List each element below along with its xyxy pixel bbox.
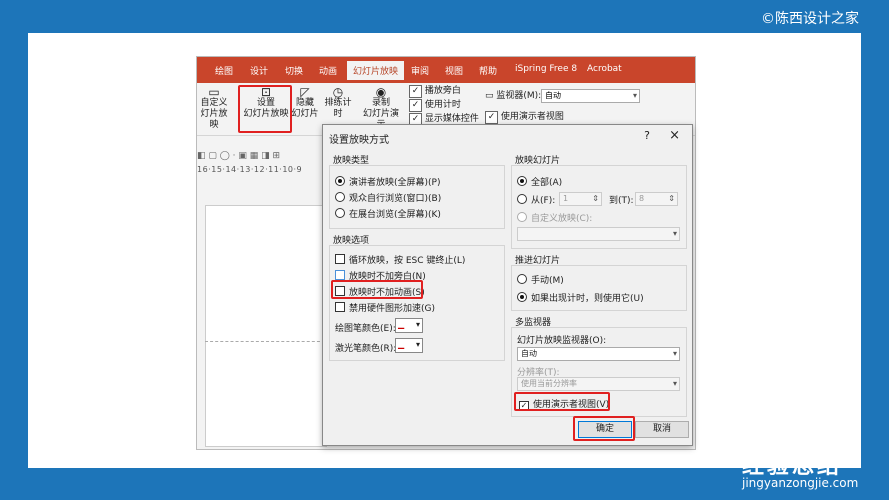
ribbon-check-narration[interactable]: ✓ 播放旁白 — [409, 85, 461, 98]
tab-slideshow[interactable]: 幻灯片放映 — [347, 61, 405, 80]
slideshow-monitor-label: 幻灯片放映监视器(O): — [517, 336, 607, 346]
drawing-toolbar: ◧ ▢ ◯ · ▣ ▦ ◨ ⊞ — [197, 151, 327, 165]
checkbox-loop[interactable] — [335, 254, 345, 264]
radio-manual[interactable] — [517, 274, 527, 284]
spinner-icon: ⇕ — [592, 194, 599, 203]
setup-show-dialog: 设置放映方式 ? × 放映类型 演讲者放映(全屏幕)(P) 观众自行浏览(窗口)… — [322, 124, 693, 446]
chevron-down-icon: ▾ — [415, 340, 420, 349]
radio-kiosk[interactable] — [335, 208, 345, 218]
option-manual-advance[interactable]: 手动(M) — [517, 273, 564, 286]
tab-acrobat[interactable]: Acrobat — [587, 64, 622, 74]
pen-color-icon: ▁ — [398, 320, 405, 329]
custom-show-select[interactable]: ▾ — [517, 227, 680, 241]
radio-use-timings[interactable] — [517, 292, 527, 302]
checkbox-no-narration[interactable] — [335, 270, 345, 280]
tab-design[interactable]: 设计 — [250, 64, 268, 77]
custom-show-button[interactable]: ▭ 自定义 灯片放映 — [199, 85, 229, 131]
watermark-top: ©陈西设计之家 — [761, 11, 859, 27]
ribbon-check-presenter[interactable]: ✓ 使用演示者视图 — [485, 111, 564, 124]
checkbox-disable-hw-accel[interactable] — [335, 302, 345, 312]
chevron-down-icon: ▾ — [632, 91, 637, 100]
tab-view[interactable]: 视图 — [445, 64, 463, 77]
spinner-icon: ⇕ — [668, 194, 675, 203]
slide-canvas[interactable] — [205, 205, 327, 447]
highlight-setup-button — [238, 85, 292, 133]
option-custom-show[interactable]: 自定义放映(C): — [517, 211, 592, 224]
ribbon-check-timings[interactable]: ✓ 使用计时 — [409, 99, 461, 112]
laser-color-button[interactable]: ▁ ▾ — [395, 338, 423, 353]
option-from-slide[interactable]: 从(F): — [517, 193, 555, 206]
tab-help[interactable]: 帮助 — [479, 64, 497, 77]
ribbon-monitor-select[interactable]: 自动 ▾ — [541, 89, 640, 103]
checkbox-narration[interactable]: ✓ — [409, 85, 422, 98]
tab-review[interactable]: 审阅 — [411, 64, 429, 77]
laser-color-icon: ▁ — [398, 340, 405, 349]
option-window-browse[interactable]: 观众自行浏览(窗口)(B) — [335, 191, 441, 204]
radio-presenter[interactable] — [335, 176, 345, 186]
radio-all[interactable] — [517, 176, 527, 186]
option-loop[interactable]: 循环放映，按 ESC 键终止(L) — [335, 253, 465, 266]
timer-icon: ◷ — [332, 85, 344, 99]
chevron-down-icon: ▾ — [672, 349, 677, 358]
ribbon-tabs: 绘图 设计 切换 动画 幻灯片放映 审阅 视图 帮助 iSpring Free … — [197, 57, 695, 83]
to-slide-input[interactable]: 8 ⇕ — [635, 192, 678, 206]
radio-from[interactable] — [517, 194, 527, 204]
hide-slide-button[interactable]: ◸ 隐藏 幻灯片 — [291, 85, 319, 120]
cancel-button[interactable]: 取消 — [635, 421, 689, 438]
tab-draw[interactable]: 绘图 — [215, 64, 233, 77]
dialog-title: 设置放映方式 — [329, 135, 389, 146]
chevron-down-icon: ▾ — [415, 320, 420, 329]
help-icon[interactable]: ? — [644, 129, 650, 142]
monitor-icon: ▭ — [208, 85, 220, 99]
option-use-timings[interactable]: 如果出现计时，则使用它(U) — [517, 291, 644, 304]
slideshow-monitor-select[interactable]: 自动 ▾ — [517, 347, 680, 361]
ribbon-monitor-label: ▭ 监视器(M): — [485, 91, 542, 101]
tab-transitions[interactable]: 切换 — [285, 64, 303, 77]
resolution-select[interactable]: 使用当前分辨率 ▾ — [517, 377, 680, 391]
from-slide-input[interactable]: 1 ⇕ — [559, 192, 602, 206]
option-kiosk[interactable]: 在展台浏览(全屏幕)(K) — [335, 207, 441, 220]
record-icon: ◉ — [375, 85, 387, 99]
tab-animations[interactable]: 动画 — [319, 64, 337, 77]
laser-color-label: 激光笔颜色(R): — [335, 344, 397, 354]
option-presenter-fullscreen[interactable]: 演讲者放映(全屏幕)(P) — [335, 175, 440, 188]
horizontal-ruler: 16·15·14·13·12·11·10·9 — [197, 165, 303, 174]
toolbar-icons: ◧ ▢ ◯ · ▣ ▦ ◨ ⊞ — [197, 151, 281, 161]
slide-guide-line — [205, 341, 325, 342]
advance-slides-group — [511, 265, 687, 311]
highlight-ok-button — [573, 416, 635, 441]
checkbox-timings[interactable]: ✓ — [409, 99, 422, 112]
chevron-down-icon: ▾ — [672, 229, 677, 238]
rehearse-timings-button[interactable]: ◷ 排练计时 — [321, 85, 355, 120]
to-slide-label: 到(T): — [609, 196, 634, 206]
pen-color-label: 绘图笔颜色(E): — [335, 324, 396, 334]
monitor-small-icon: ▭ — [485, 91, 497, 101]
option-all-slides[interactable]: 全部(A) — [517, 175, 562, 188]
pen-color-button[interactable]: ▁ ▾ — [395, 318, 423, 333]
highlight-presenter-view — [514, 392, 610, 411]
checkbox-presenter-view[interactable]: ✓ — [485, 111, 498, 124]
radio-window[interactable] — [335, 192, 345, 202]
hide-icon: ◸ — [300, 85, 310, 99]
option-disable-hw-accel[interactable]: 禁用硬件图形加速(G) — [335, 301, 435, 314]
tab-ispring[interactable]: iSpring Free 8 — [515, 64, 577, 74]
close-icon[interactable]: × — [669, 128, 680, 143]
chevron-down-icon: ▾ — [672, 379, 677, 388]
highlight-no-animation — [331, 280, 423, 299]
watermark-url: jingyanzongjie.com — [742, 476, 859, 490]
radio-custom[interactable] — [517, 212, 527, 222]
